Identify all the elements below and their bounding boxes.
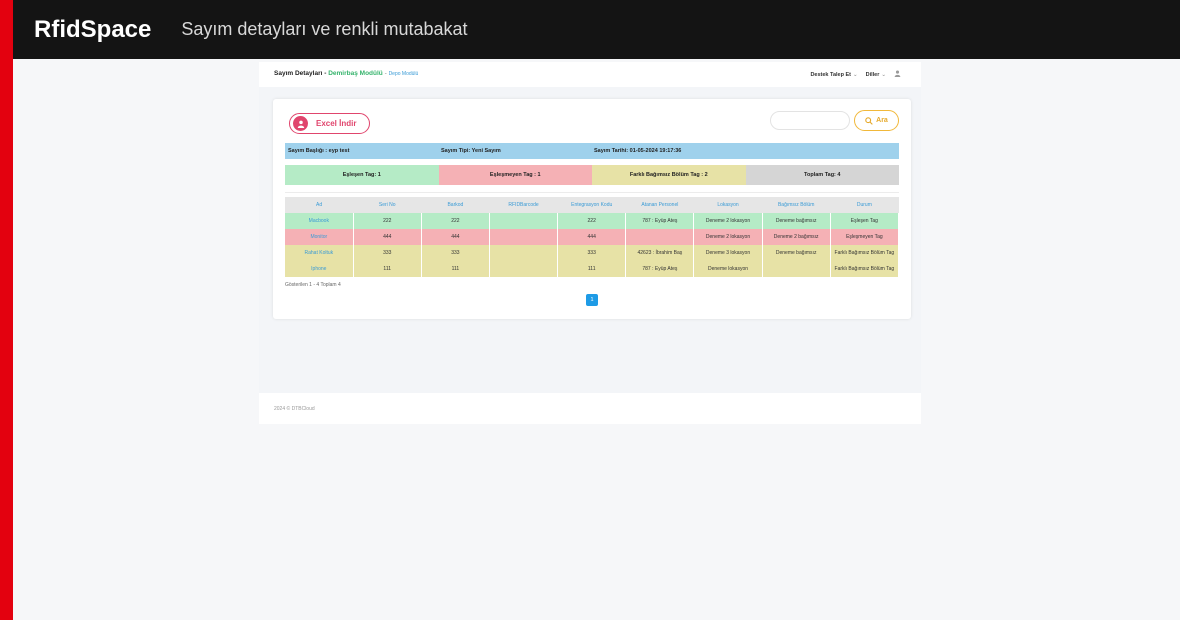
count-info-bar: Sayım Başlığı : eyp test Sayım Tipi: Yen… xyxy=(285,143,899,159)
table-cell: Deneme 2 lokasyon xyxy=(693,229,763,245)
count-detail-card: Excel İndir Ara Sayım Başlığı : eyp test… xyxy=(273,99,911,319)
support-menu[interactable]: Destek Talep Et ⌄ xyxy=(810,72,857,78)
table-cell: 222 xyxy=(557,213,627,229)
asset-name-link[interactable]: Macbook xyxy=(285,213,354,229)
table-cell: Deneme bağımsız xyxy=(762,213,831,229)
top-header: RfidSpace Sayım detayları ve renkli muta… xyxy=(13,0,1180,59)
user-icon[interactable] xyxy=(894,70,901,79)
column-header[interactable]: Seri No xyxy=(353,197,422,213)
total-tag-summary: Toplam Tag: 4 xyxy=(745,165,899,185)
column-header[interactable]: RFIDBarcode xyxy=(489,197,558,213)
breadcrumb-submodule[interactable]: Depo Modülü xyxy=(389,71,419,77)
left-accent-bar xyxy=(0,0,13,620)
column-header[interactable]: Atanan Personel xyxy=(625,197,694,213)
divider xyxy=(285,192,899,193)
asset-name-link[interactable]: Rahat Koltuk xyxy=(285,245,354,261)
breadcrumb: Sayım Detayları - Demirbaş Modülü - Depo… xyxy=(274,70,418,77)
excel-download-label: Excel İndir xyxy=(316,119,357,128)
table-cell: 111 xyxy=(557,261,627,277)
search-button[interactable]: Ara xyxy=(854,110,899,131)
breadcrumb-separator: - xyxy=(324,70,327,77)
table-row: Macbook 222 222 222 787 : Eyüp Ateş Dene… xyxy=(285,213,900,229)
table-cell: 787 : Eyüp Ateş xyxy=(625,261,695,277)
status-cell: Eşleşen Tag xyxy=(830,213,900,229)
table-cell: 333 xyxy=(353,245,422,261)
breadcrumb-separator-2: - xyxy=(384,70,387,77)
magnifier-icon xyxy=(865,116,873,125)
table-cell: 222 xyxy=(353,213,422,229)
table-cell: Deneme bağımsız xyxy=(762,245,831,261)
pagination-summary: Gösterilen 1 - 4 Toplam 4 xyxy=(285,282,341,288)
table-cell: 111 xyxy=(353,261,422,277)
table-header-row: Ad Seri No Barkod RFIDBarcode Entegrasyo… xyxy=(285,197,899,213)
column-header[interactable]: Ad xyxy=(285,197,354,213)
excel-download-button[interactable]: Excel İndir xyxy=(289,113,370,134)
different-section-tag-summary: Farklı Bağımsız Bölüm Tag : 2 xyxy=(592,165,746,185)
count-title: Sayım Başlığı : eyp test xyxy=(288,148,350,154)
table-cell: 333 xyxy=(421,245,490,261)
header-subtitle: Sayım detayları ve renkli mutabakat xyxy=(181,19,468,39)
table-cell xyxy=(489,213,559,229)
column-header[interactable]: Durum xyxy=(830,197,899,213)
table-cell: Deneme lokasyon xyxy=(693,261,763,277)
table-row: Monitor 444 444 444 Deneme 2 lokasyon De… xyxy=(285,229,900,245)
unmatched-tag-summary: Eşleşmeyen Tag : 1 xyxy=(438,165,592,185)
count-type: Sayım Tipi: Yeni Sayım xyxy=(441,148,501,154)
table-cell: 444 xyxy=(557,229,627,245)
status-cell: Farklı Bağımsız Bölüm Tag xyxy=(830,261,900,277)
table-cell: Deneme 2 bağımsız xyxy=(762,229,831,245)
column-header[interactable]: Lokasyon xyxy=(693,197,763,213)
table-cell: 787 : Eyüp Ateş xyxy=(625,213,695,229)
count-detail-table: Ad Seri No Barkod RFIDBarcode Entegrasyo… xyxy=(285,197,900,277)
breadcrumb-module[interactable]: Demirbaş Modülü xyxy=(328,70,383,77)
status-cell: Eşleşmeyen Tag xyxy=(830,229,900,245)
asset-name-link[interactable]: Monitor xyxy=(285,229,354,245)
app-topbar: Sayım Detayları - Demirbaş Modülü - Depo… xyxy=(259,62,921,87)
table-cell xyxy=(625,229,695,245)
table-cell: Deneme 2 lokasyon xyxy=(693,213,763,229)
search-button-label: Ara xyxy=(876,117,888,124)
count-date: Sayım Tarihi: 01-05-2024 19:17:36 xyxy=(594,148,682,154)
table-cell xyxy=(489,261,559,277)
table-cell: 444 xyxy=(421,229,490,245)
topbar-actions: Destek Talep Et ⌄ Diller ⌄ xyxy=(810,70,901,79)
languages-label: Diller xyxy=(865,71,880,78)
summary-row: Eşleşen Tag: 1 Eşleşmeyen Tag : 1 Farklı… xyxy=(285,165,899,185)
user-icon xyxy=(293,116,308,131)
status-cell: Farklı Bağımsız Bölüm Tag xyxy=(830,245,900,261)
table-row: Rahat Koltuk 333 333 333 42623 : İbrahim… xyxy=(285,245,900,261)
column-header[interactable]: Entegrasyon Kodu xyxy=(557,197,626,213)
app-window: Sayım Detayları - Demirbaş Modülü - Depo… xyxy=(259,62,921,424)
app-footer: 2024 © DTBCloud xyxy=(259,393,921,424)
table-cell: 111 xyxy=(421,261,490,277)
column-header[interactable]: Barkod xyxy=(421,197,490,213)
table-cell xyxy=(489,245,559,261)
asset-name-link[interactable]: Iphone xyxy=(285,261,354,277)
table-cell xyxy=(489,229,559,245)
table-row: Iphone 111 111 111 787 : Eyüp Ateş Denem… xyxy=(285,261,900,277)
matched-tag-summary: Eşleşen Tag: 1 xyxy=(285,165,439,185)
table-cell: 42623 : İbrahim Baş xyxy=(625,245,695,261)
footer-copyright: 2024 © DTBCloud xyxy=(274,406,315,412)
brand-title: RfidSpace xyxy=(34,15,152,43)
table-cell xyxy=(762,261,831,277)
languages-menu[interactable]: Diller ⌄ xyxy=(866,72,886,78)
table-cell: 333 xyxy=(557,245,627,261)
page-button-1[interactable]: 1 xyxy=(586,294,598,306)
table-cell: Deneme 3 lokasyon xyxy=(693,245,763,261)
table-cell: 222 xyxy=(421,213,490,229)
chevron-down-icon: ⌄ xyxy=(881,71,886,78)
column-header[interactable]: Bağımsız Bölüm xyxy=(762,197,831,213)
support-label: Destek Talep Et xyxy=(810,71,852,78)
chevron-down-icon: ⌄ xyxy=(853,71,858,78)
search-input[interactable] xyxy=(770,111,850,130)
breadcrumb-title: Sayım Detayları xyxy=(274,70,323,77)
table-cell: 444 xyxy=(353,229,422,245)
